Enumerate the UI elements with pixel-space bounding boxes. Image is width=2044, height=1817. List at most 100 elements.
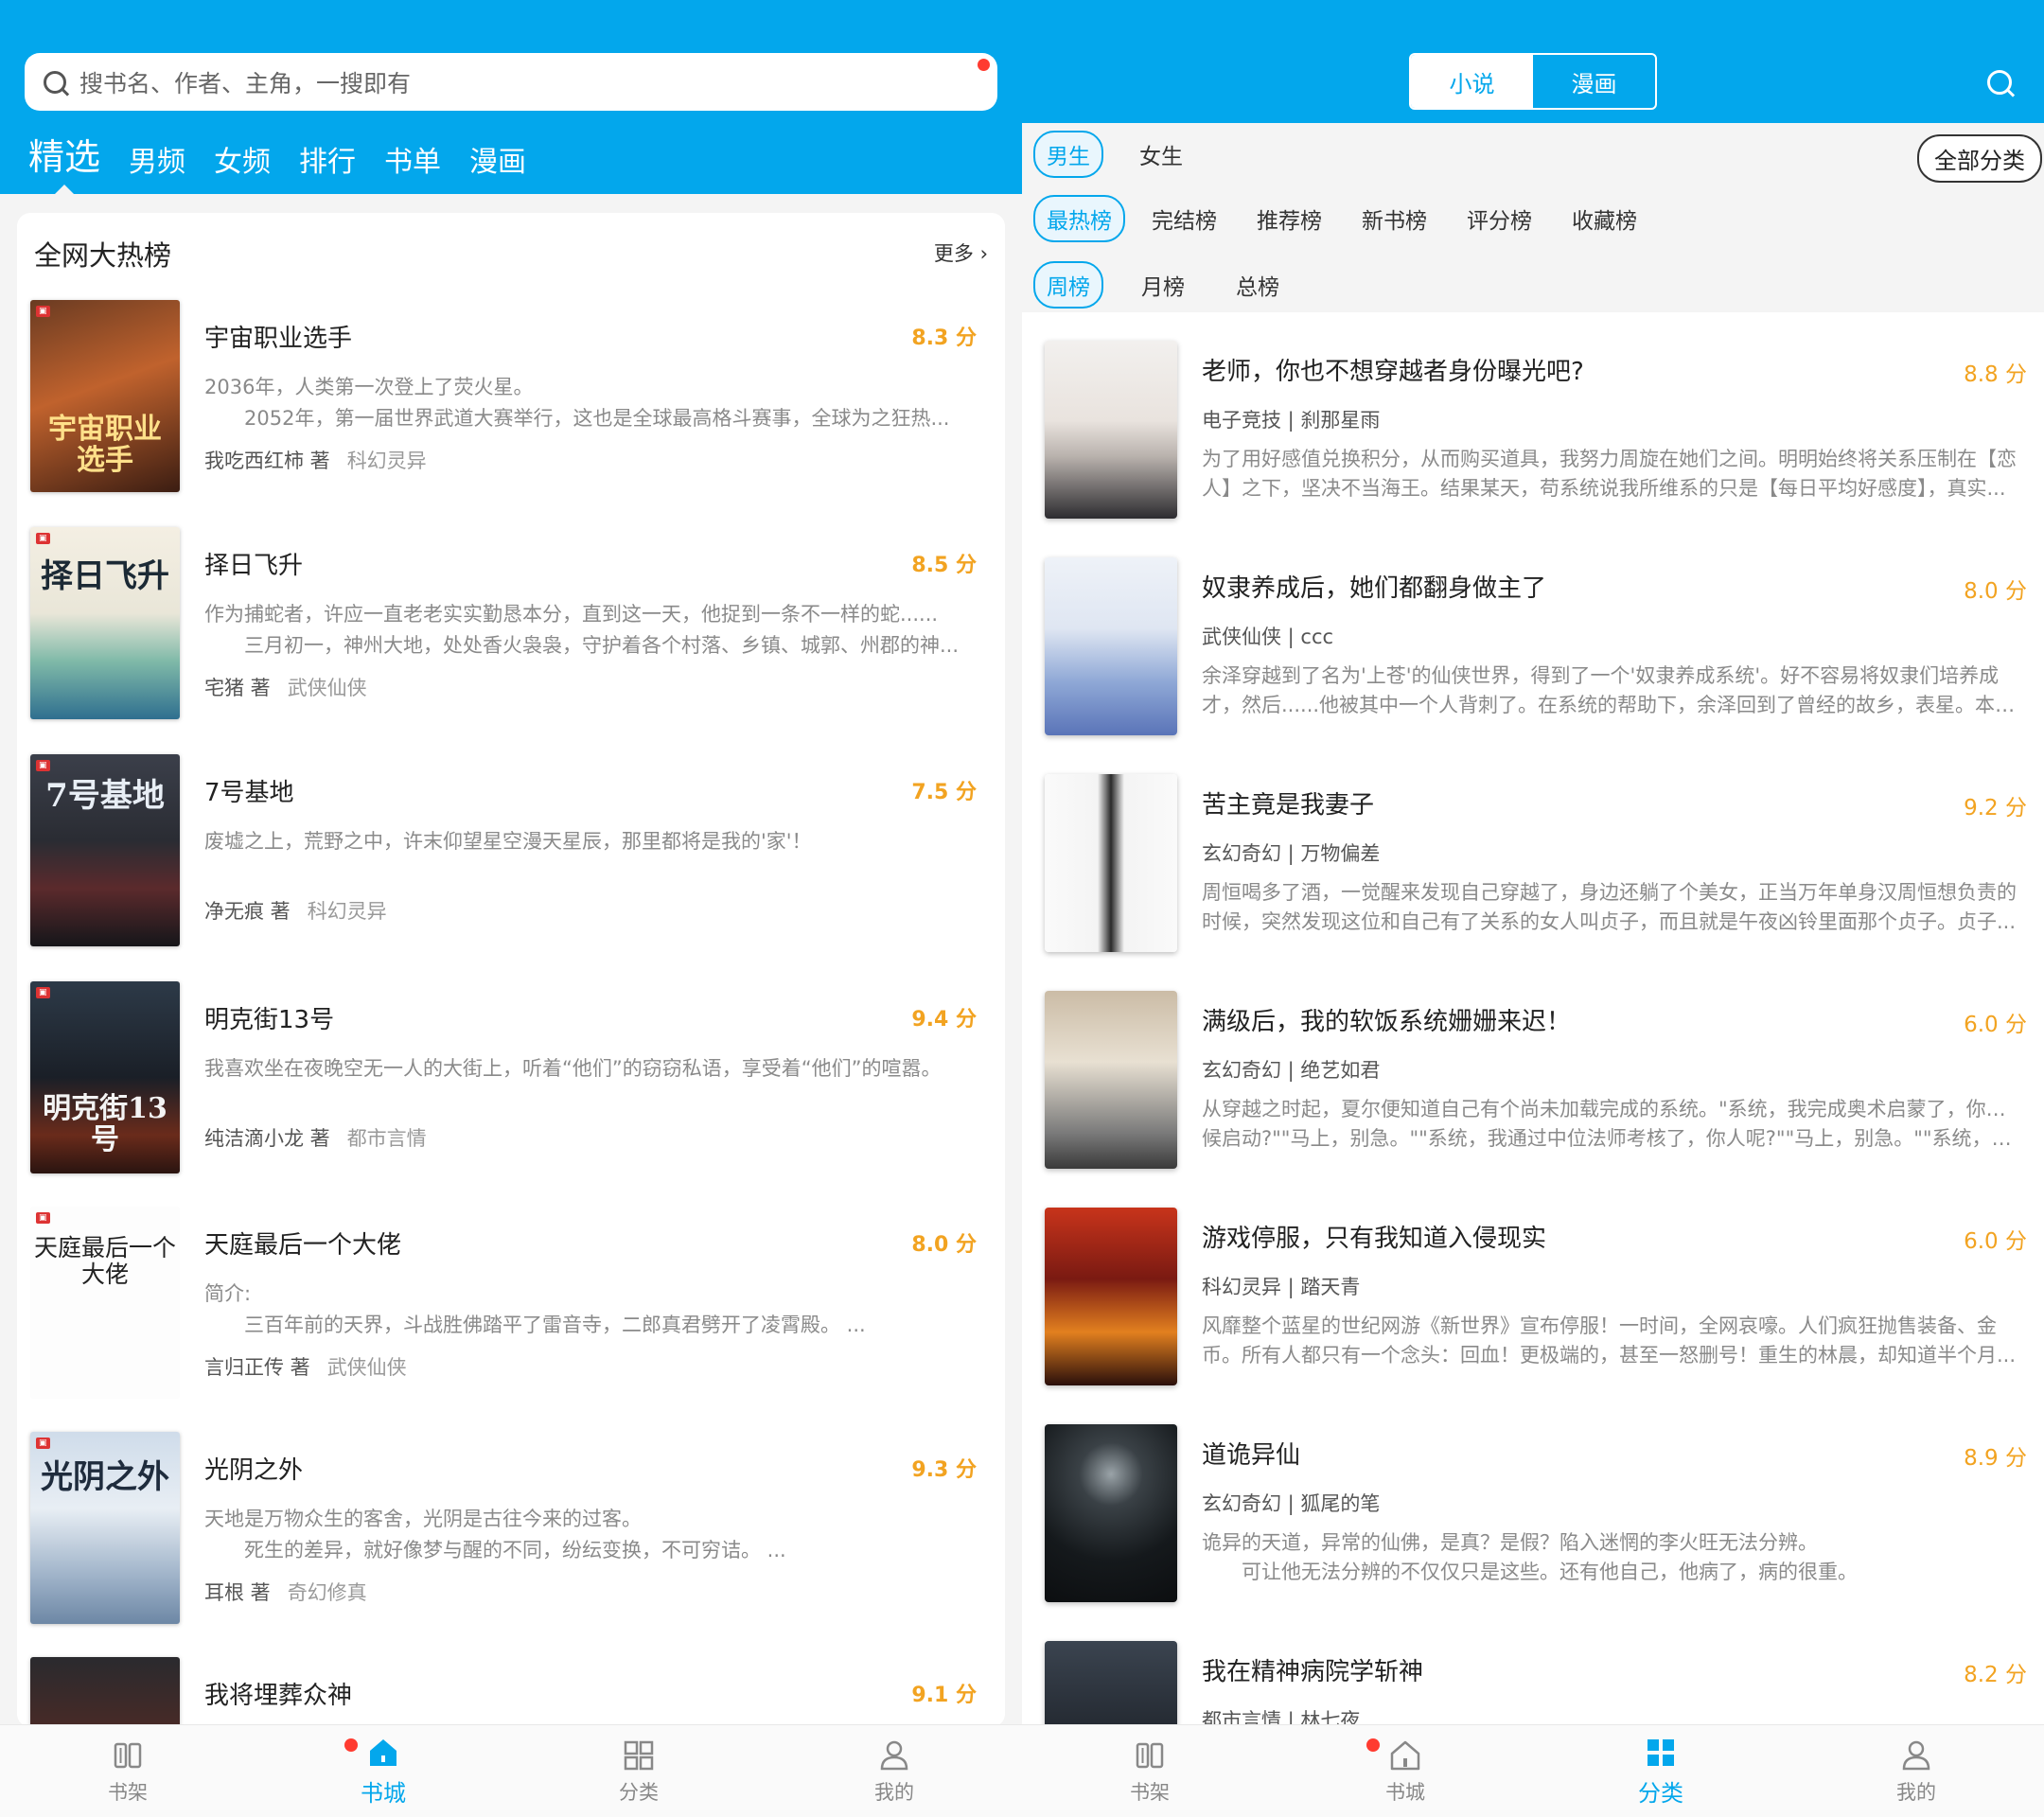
- book-score: 8.5 分: [911, 554, 977, 577]
- book-score: 9.4 分: [911, 1008, 977, 1032]
- chip-favorites[interactable]: 收藏榜: [1559, 195, 1650, 242]
- chip-finished[interactable]: 完结榜: [1138, 195, 1230, 242]
- notification-dot: [1366, 1738, 1380, 1752]
- book-meta: 玄幻奇幻 | 狐尾的笔: [1202, 1492, 1381, 1515]
- book-item[interactable]: 满级后，我的软饭系统姗姗来迟！ 6.0 分 玄幻奇幻 | 绝艺如君 从穿越之时起…: [1022, 991, 2044, 1180]
- book-cover: ▣ 择日飞升: [30, 527, 180, 719]
- nav-bookshelf[interactable]: 书架: [0, 1725, 256, 1817]
- nav-label: 我的: [1896, 1780, 1936, 1804]
- book-title: 苦主竟是我妻子: [1202, 791, 1375, 820]
- nav-label: 书架: [108, 1780, 148, 1804]
- chip-male[interactable]: 男生: [1033, 131, 1103, 178]
- nav-label: 分类: [1638, 1780, 1683, 1807]
- chip-all-time[interactable]: 总榜: [1223, 261, 1293, 309]
- tab-comics[interactable]: 漫画: [469, 138, 526, 189]
- tab-booklist[interactable]: 书单: [384, 138, 441, 189]
- nav-profile[interactable]: 我的: [766, 1725, 1022, 1817]
- chip-female[interactable]: 女生: [1126, 131, 1196, 178]
- book-meta: 净无痕 著科幻灵异: [204, 896, 387, 925]
- book-item[interactable]: ▣ 宇宙职业选手 宇宙职业选手 8.3 分 2036年，人类第一次登上了荧火星。…: [17, 300, 1005, 494]
- book-item[interactable]: 奴隶养成后，她们都翻身做主了 8.0 分 武侠仙侠 | ccc 余泽穿越到了名为…: [1022, 557, 2044, 747]
- book-item[interactable]: 道诡异仙 8.9 分 玄幻奇幻 | 狐尾的笔 诡异的天道，异常的仙佛，是真？是假…: [1022, 1424, 2044, 1614]
- section-title: 全网大热榜: [34, 239, 172, 272]
- nav-bookstore[interactable]: 书城: [256, 1725, 511, 1817]
- chip-hottest[interactable]: 最热榜: [1033, 195, 1125, 242]
- book-description: 风靡整个蓝星的世纪网游《新世界》宣布停服！一时间，全网哀嚎。人们疯狂抛售装备、金…: [1202, 1314, 2017, 1367]
- book-category: 武侠仙侠: [287, 677, 367, 699]
- book-meta: 电子竞技 | 刹那星雨: [1202, 409, 1381, 432]
- cover-title: 光阴之外: [41, 1458, 169, 1496]
- book-title: 道诡异仙: [1202, 1441, 1301, 1470]
- book-item[interactable]: 我将埋葬众神 9.1 分: [17, 1657, 1005, 1727]
- chip-rating[interactable]: 评分榜: [1454, 195, 1545, 242]
- category-screen: 小说 漫画 男生 女生 全部分类 最热榜 完结榜 推荐榜 新书榜 评分榜 收藏榜…: [1022, 0, 2044, 1817]
- book-item[interactable]: ▣ 明克街13号 明克街13号 9.4 分 我喜欢坐在夜晚空无一人的大街上，听着…: [17, 981, 1005, 1175]
- search-bar[interactable]: 搜书名、作者、主角，一搜即有: [25, 53, 997, 111]
- book-title: 择日飞升: [204, 552, 304, 580]
- segment-comic[interactable]: 漫画: [1533, 55, 1655, 108]
- more-link[interactable]: 更多 ›: [934, 238, 988, 267]
- cover-title: 明克街13号: [43, 1092, 167, 1156]
- book-meta: 玄幻奇幻 | 万物偏差: [1202, 842, 1381, 865]
- home-icon: [370, 1739, 396, 1766]
- bottom-nav: 书架 书城 分类 我的: [0, 1724, 1022, 1817]
- tab-female[interactable]: 女频: [214, 138, 271, 189]
- book-item[interactable]: 游戏停服，只有我知道入侵现实 6.0 分 科幻灵异 | 踏天青 风靡整个蓝星的世…: [1022, 1208, 2044, 1397]
- tab-male[interactable]: 男频: [129, 138, 185, 189]
- cover-title: 天庭最后一个大佬: [34, 1234, 177, 1288]
- chip-monthly[interactable]: 月榜: [1128, 261, 1198, 309]
- nav-bookshelf[interactable]: 书架: [1022, 1725, 1278, 1817]
- book-item[interactable]: ▣ 7号基地 7号基地 7.5 分 废墟之上，荒野之中，许末仰望星空漫天星辰，那…: [17, 754, 1005, 948]
- book-item[interactable]: 老师，你也不想穿越者身份曝光吧? 8.8 分 电子竞技 | 刹那星雨 为了用好感…: [1022, 341, 2044, 530]
- book-cover: [1045, 341, 1177, 519]
- nav-category[interactable]: 分类: [1533, 1725, 1788, 1817]
- bottom-nav: 书架 书城 分类 我的: [1022, 1724, 2044, 1817]
- book-author: 耳根 著: [204, 1581, 271, 1604]
- book-score: 6.0 分: [1964, 1229, 2027, 1254]
- publisher-badge: ▣: [36, 760, 50, 771]
- segment-novel[interactable]: 小说: [1411, 55, 1533, 108]
- book-meta: 纯洁滴小龙 著都市言情: [204, 1123, 427, 1152]
- book-category: 科幻灵异: [346, 450, 427, 472]
- book-score: 8.2 分: [1964, 1663, 2027, 1687]
- book-score: 9.1 分: [911, 1684, 977, 1707]
- nav-label: 书架: [1130, 1780, 1170, 1804]
- chip-new[interactable]: 新书榜: [1348, 195, 1440, 242]
- tab-ranking[interactable]: 排行: [299, 138, 356, 189]
- book-author: 我吃西红柿 著: [204, 450, 330, 472]
- book-meta: 我吃西红柿 著科幻灵异: [204, 446, 427, 474]
- book-description: 简介: 三百年前的天界，斗战胜佛踏平了雷音寺，二郎真君劈开了凌霄殿。 ...: [204, 1282, 866, 1336]
- user-icon: [1902, 1740, 1930, 1770]
- book-cover: ▣ 天庭最后一个大佬: [30, 1207, 180, 1399]
- book-description: 2036年，人类第一次登上了荧火星。 2052年，第一届世界武道大赛举行，这也是…: [204, 376, 950, 430]
- book-author: 净无痕 著: [204, 900, 291, 923]
- nav-profile[interactable]: 我的: [1788, 1725, 2044, 1817]
- book-title: 天庭最后一个大佬: [204, 1231, 402, 1260]
- chip-recommended[interactable]: 推荐榜: [1243, 195, 1335, 242]
- book-title: 满级后，我的软饭系统姗姗来迟！: [1202, 1008, 1572, 1036]
- book-meta: 耳根 著奇幻修真: [204, 1578, 367, 1606]
- tab-featured[interactable]: 精选: [28, 128, 100, 194]
- nav-label: 书城: [361, 1780, 406, 1807]
- book-item[interactable]: ▣ 天庭最后一个大佬 天庭最后一个大佬 8.0 分 简介: 三百年前的天界，斗战…: [17, 1207, 1005, 1401]
- nav-label: 书城: [1385, 1780, 1425, 1804]
- channel-tabs: 精选 男频 女频 排行 书单 漫画: [28, 132, 526, 194]
- book-score: 8.8 分: [1964, 362, 2027, 387]
- nav-bookstore[interactable]: 书城: [1278, 1725, 1533, 1817]
- book-author: 宅猪 著: [204, 677, 271, 699]
- book-meta: 武侠仙侠 | ccc: [1202, 626, 1334, 648]
- chip-weekly[interactable]: 周榜: [1033, 261, 1103, 309]
- all-categories-button[interactable]: 全部分类: [1917, 134, 2042, 183]
- hot-ranking-card: 全网大热榜 更多 › ▣ 宇宙职业选手 宇宙职业选手 8.3 分 2036年，人…: [17, 213, 1005, 1727]
- top-bar: 搜书名、作者、主角，一搜即有 精选 男频 女频 排行 书单 漫画: [0, 0, 1022, 194]
- nav-category[interactable]: 分类: [511, 1725, 766, 1817]
- search-icon[interactable]: [1985, 68, 2016, 98]
- book-item[interactable]: 苦主竟是我妻子 9.2 分 玄幻奇幻 | 万物偏差 周恒喝多了酒，一觉醒来发现自…: [1022, 774, 2044, 963]
- book-meta: 宅猪 著武侠仙侠: [204, 673, 367, 701]
- search-placeholder: 搜书名、作者、主角，一搜即有: [79, 69, 412, 97]
- book-item[interactable]: ▣ 光阴之外 光阴之外 9.3 分 天地是万物众生的客舍，光阴是古往今来的过客。…: [17, 1432, 1005, 1626]
- book-item[interactable]: ▣ 择日飞升 择日飞升 8.5 分 作为捕蛇者，许应一直老老实实勤恳本分，直到这…: [17, 527, 1005, 721]
- notification-dot: [978, 59, 990, 71]
- filter-panel: 男生 女生 全部分类 最热榜 完结榜 推荐榜 新书榜 评分榜 收藏榜 周榜 月榜…: [1022, 123, 2044, 312]
- book-description: 从穿越之时起，夏尔便知道自己有个尚未加载完成的系统。"系统，我完成奥术启蒙了，你…: [1202, 1098, 2025, 1150]
